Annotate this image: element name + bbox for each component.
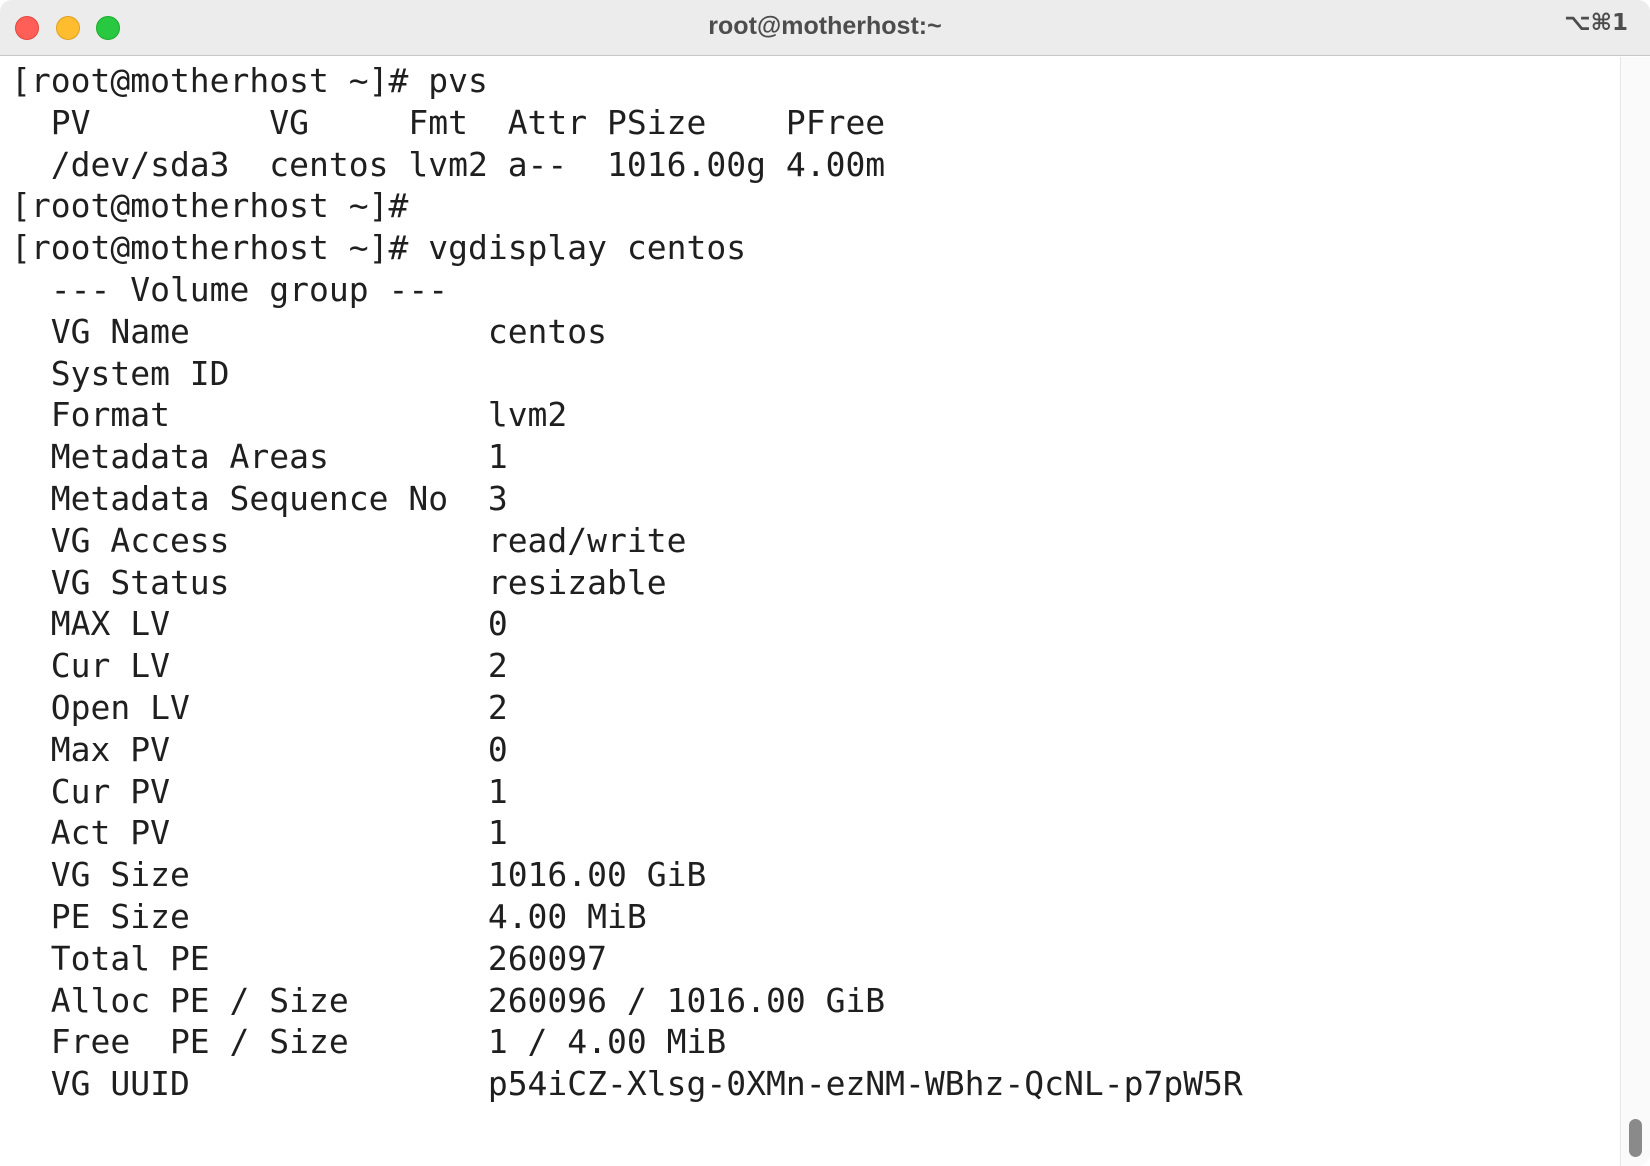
terminal-line: Total PE 260097 [11,938,608,978]
scrollbar-thumb[interactable] [1629,1119,1642,1157]
terminal-output[interactable]: [root@motherhost ~]# pvs PV VG Fmt Attr … [0,57,1620,1166]
terminal-line: PV VG Fmt Attr PSize PFree [11,102,886,142]
terminal-line: Metadata Areas 1 [11,437,508,477]
terminal-line: Metadata Sequence No 3 [11,479,508,518]
terminal-line: VG UUID p54iCZ-Xlsg-0XMn-ezNM-WBhz-QcNL-… [11,1064,1243,1104]
terminal-line: VG Access read/write [11,520,687,560]
terminal-window: root@motherhost:~ ⌥⌘1 [root@motherhost ~… [0,0,1650,1166]
terminal-line: Cur PV 1 [11,771,508,811]
title-bar[interactable]: root@motherhost:~ ⌥⌘1 [0,0,1650,56]
terminal-line: Open LV 2 [11,688,508,727]
window-shortcut: ⌥⌘1 [1564,10,1628,36]
terminal-line: PE Size 4.00 MiB [11,897,647,936]
terminal-line: VG Name centos [11,311,608,351]
terminal-line: Format lvm2 [11,395,568,435]
window-title: root@motherhost:~ [708,12,942,40]
terminal-line: /dev/sda3 centos lvm2 a-- 1016.00g 4.00m [11,144,886,184]
terminal-line: [root@motherhost ~]# vgdisplay centos [11,228,747,268]
vertical-scrollbar[interactable] [1620,57,1650,1166]
terminal-line: System ID [11,353,230,393]
terminal-line: VG Status resizable [11,562,667,602]
terminal-line: Max PV 0 [11,729,508,769]
terminal-line: Cur LV 2 [11,646,508,686]
terminal-line: [root@motherhost ~]# pvs [11,61,488,100]
terminal-line: [root@motherhost ~]# [11,186,409,226]
terminal-line: Act PV 1 [11,813,508,853]
terminal-line: Alloc PE / Size 260096 / 1016.00 GiB [11,980,886,1020]
terminal-line: MAX LV 0 [11,604,508,644]
terminal-line: Free PE / Size 1 / 4.00 MiB [11,1022,727,1062]
terminal-line: VG Size 1016.00 GiB [11,855,707,895]
terminal-line: --- Volume group --- [11,270,449,309]
